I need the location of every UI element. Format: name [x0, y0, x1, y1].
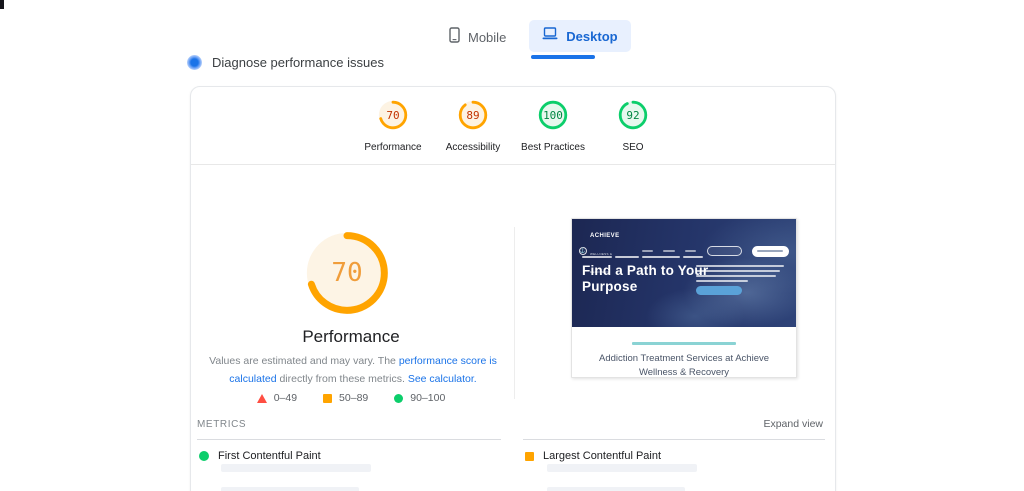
- gauge-performance[interactable]: 70 Performance: [363, 100, 423, 153]
- diagnose-label: Diagnose performance issues: [212, 55, 384, 70]
- metrics-title: METRICS: [197, 419, 247, 430]
- tab-desktop[interactable]: Desktop: [529, 20, 631, 59]
- good-metric-circle-icon: [199, 451, 209, 461]
- site-nav-link-placeholder: [684, 250, 697, 252]
- average-metric-square-icon: [525, 451, 534, 461]
- site-brand-name: ACHIEVE: [590, 233, 620, 239]
- gauge-accessibility-label: Accessibility: [445, 142, 501, 153]
- metric-row: Largest Contentful Paint: [523, 440, 825, 462]
- legend-average-range: 50–89: [323, 392, 368, 404]
- desktop-laptop-icon: [542, 27, 558, 45]
- gauge-performance-ring: 70: [378, 100, 408, 130]
- metric-name: First Contentful Paint: [218, 450, 321, 462]
- gauge-best-practices-ring: 100: [538, 100, 568, 130]
- site-hero-paragraph-placeholder: [696, 265, 786, 295]
- site-logo-crest-icon: ⚓: [579, 247, 587, 255]
- legend-average-label: 50–89: [339, 392, 369, 404]
- mobile-phone-icon: [449, 27, 460, 48]
- gauge-accessibility[interactable]: 89 Accessibility: [443, 100, 503, 153]
- see-calculator-link[interactable]: See calculator.: [408, 373, 477, 385]
- next-metric-placeholder: [547, 487, 685, 491]
- site-hero-section: ⚓ ACHIEVE WELLNESS & RECOVERY Find a Pat…: [572, 219, 796, 327]
- performance-section-title: Performance: [302, 327, 400, 346]
- legend-pass-range: 90–100: [394, 392, 445, 404]
- gauge-seo-label: SEO: [622, 142, 644, 153]
- site-nav-link-placeholder: [641, 250, 654, 252]
- site-screenshot-thumbnail: ⚓ ACHIEVE WELLNESS & RECOVERY Find a Pat…: [571, 218, 797, 378]
- site-section-title: Addiction Treatment Services at Achieve …: [598, 353, 770, 378]
- tab-mobile[interactable]: Mobile: [436, 20, 519, 55]
- diagnose-row: Diagnose performance issues: [187, 55, 384, 70]
- card-divider: [191, 164, 835, 165]
- report-card: 70 Performance 89 Accessibility 100 Best…: [190, 86, 836, 491]
- metric-value-placeholder: [547, 464, 697, 472]
- score-legend: 0–49 50–89 90–100: [191, 392, 511, 404]
- site-header-button-phone: [751, 245, 789, 257]
- screen-corner-artifact: [0, 0, 4, 9]
- site-section-kicker-placeholder: [632, 342, 736, 345]
- site-hero-kicker-placeholder: [582, 256, 703, 258]
- metric-largest-contentful-paint: Largest Contentful Paint: [523, 439, 825, 491]
- legend-pass-label: 90–100: [410, 392, 446, 404]
- gauge-performance-score: 70: [386, 108, 400, 122]
- site-header-button-outline: [707, 246, 742, 256]
- site-lower-section: Addiction Treatment Services at Achieve …: [572, 327, 796, 378]
- description-text-2: directly from these metrics.: [276, 372, 408, 385]
- tab-desktop-label: Desktop: [566, 28, 618, 44]
- gauge-accessibility-score: 89: [466, 108, 480, 122]
- diagnose-radio-icon[interactable]: [187, 55, 202, 70]
- gauge-accessibility-ring: 89: [458, 100, 488, 130]
- metric-name: Largest Contentful Paint: [543, 450, 662, 462]
- category-gauges-row: 70 Performance 89 Accessibility 100 Best…: [191, 100, 835, 153]
- gauge-best-practices-label: Best Practices: [521, 142, 585, 153]
- active-tab-underline: [531, 55, 596, 59]
- tab-mobile-label: Mobile: [468, 30, 507, 45]
- gauge-best-practices-score: 100: [543, 108, 563, 122]
- gauge-seo-score: 92: [626, 108, 640, 122]
- green-circle-icon: [394, 393, 404, 403]
- metric-first-contentful-paint: First Contentful Paint: [197, 439, 501, 491]
- column-divider: [514, 227, 515, 399]
- orange-square-icon: [323, 393, 333, 403]
- performance-score-value: 70: [331, 258, 363, 288]
- performance-description: Values are estimated and may vary. The p…: [209, 353, 497, 389]
- red-triangle-icon: [256, 393, 267, 403]
- gauge-seo[interactable]: 92 SEO: [603, 100, 663, 153]
- legend-fail-range: 0–49: [256, 392, 298, 404]
- gauge-seo-ring: 92: [618, 100, 648, 130]
- description-text-1: Values are estimated and may vary. The: [209, 355, 399, 367]
- gauge-best-practices[interactable]: 100 Best Practices: [521, 100, 585, 153]
- device-tabs: Mobile Desktop: [436, 20, 631, 59]
- metric-value-placeholder: [221, 464, 371, 472]
- next-metric-placeholder: [221, 487, 359, 491]
- pagespeed-insights-screen: Mobile Desktop Diagnose performance issu…: [0, 0, 1024, 491]
- performance-score-gauge: 70: [305, 231, 389, 315]
- metric-row: First Contentful Paint: [197, 440, 501, 462]
- legend-fail-label: 0–49: [273, 392, 298, 404]
- metrics-header: METRICS Expand view: [197, 418, 823, 430]
- expand-view-link[interactable]: Expand view: [763, 418, 823, 430]
- gauge-performance-label: Performance: [364, 142, 422, 153]
- site-nav-link-placeholder: [663, 250, 675, 252]
- site-hero-cta-button: [696, 286, 742, 295]
